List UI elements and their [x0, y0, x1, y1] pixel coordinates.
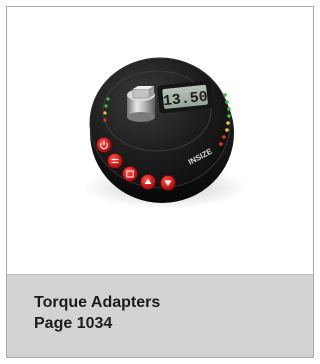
square-drive-socket — [127, 86, 155, 122]
product-title[interactable]: Torque Adapters — [34, 293, 160, 312]
arrow-down-icon — [160, 175, 176, 191]
power-icon — [96, 137, 112, 153]
product-image[interactable]: 13.50 INSIZE — [7, 7, 313, 274]
page-reference[interactable]: Page 1034 — [34, 314, 112, 333]
product-caption[interactable]: Torque Adapters Page 1034 — [7, 274, 313, 357]
memory-icon — [122, 166, 138, 182]
arrow-up-icon — [140, 174, 156, 190]
product-card[interactable]: 13.50 INSIZE Torque Adapters Page 1034 — [6, 6, 314, 358]
unit-icon — [107, 153, 123, 169]
lcd-display: 13.50 — [157, 80, 214, 114]
torque-adapter-device: 13.50 INSIZE — [89, 57, 234, 203]
